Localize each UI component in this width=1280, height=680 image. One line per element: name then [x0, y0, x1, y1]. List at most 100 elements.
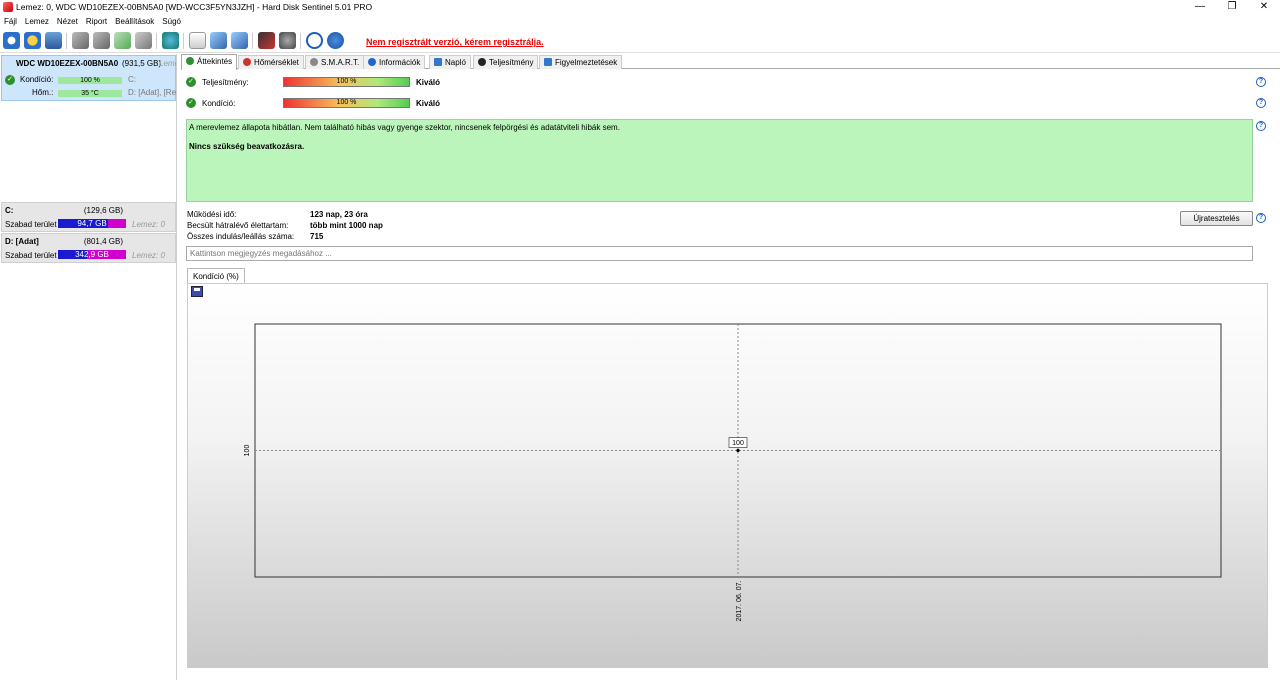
toolbar: Nem regisztrált verzió, kérem regisztrál… — [0, 29, 1280, 53]
smart-icon — [310, 58, 318, 66]
menu-settings[interactable]: Beállítások — [111, 15, 158, 26]
tab-smart[interactable]: S.M.A.R.T. — [305, 55, 365, 69]
retest-button[interactable]: Újratesztelés — [1180, 211, 1253, 226]
toolbar-separator — [252, 33, 253, 49]
thermometer-icon — [243, 58, 251, 66]
condition-rating: Kiváló — [416, 99, 441, 108]
short-test-icon[interactable] — [114, 32, 131, 49]
report-icon[interactable] — [189, 32, 206, 49]
email-icon[interactable] — [45, 32, 62, 49]
uptime-value: 123 nap, 23 óra — [310, 210, 368, 219]
check-icon: ✓ — [5, 75, 15, 85]
minimize-button[interactable]: — — [1184, 0, 1216, 15]
register-link[interactable]: Nem regisztrált verzió, kérem regisztrál… — [366, 37, 544, 47]
menu-report[interactable]: Riport — [82, 15, 111, 26]
performance-rating: Kiváló — [416, 78, 441, 87]
menu-bar: Fájl Lemez Nézet Riport Beállítások Súgó — [0, 15, 1280, 28]
alerts-icon — [544, 58, 552, 66]
tab-alerts[interactable]: Figyelmeztetések — [539, 55, 623, 69]
gear-icon[interactable] — [279, 32, 296, 49]
performance-icon — [478, 58, 486, 66]
free-space-bar: 342,9 GB — [58, 250, 126, 259]
temp-minibar: 35 °C — [58, 90, 122, 97]
toolbar-separator — [300, 33, 301, 49]
free-space-bar: 94,7 GB — [58, 219, 126, 228]
check-icon — [186, 57, 194, 65]
help-icon[interactable]: ? — [1256, 121, 1266, 131]
menu-help[interactable]: Súgó — [158, 15, 185, 26]
tab-overview[interactable]: Áttekintés — [181, 54, 238, 70]
tab-strip: Áttekintés Hőmérséklet S.M.A.R.T. Inform… — [181, 54, 1280, 70]
copy-icon[interactable] — [210, 32, 227, 49]
uptime-label: Működési idő: — [187, 210, 237, 219]
menu-file[interactable]: Fájl — [0, 15, 21, 26]
note-input[interactable] — [186, 246, 1253, 261]
free-space-label: Szabad terület — [5, 251, 57, 260]
temp-label: Hőm.: — [32, 88, 54, 97]
volume-disk-label: Lemez: 0 — [132, 251, 165, 260]
refresh-icon[interactable] — [3, 32, 20, 49]
sidebar: WDC WD10EZEX-00BN5A0 (931,5 GB) Lemez ✓ … — [0, 54, 177, 680]
close-button[interactable]: ✕ — [1248, 0, 1280, 15]
start-stop-label: Összes indulás/leállás száma: — [187, 232, 295, 241]
data-label: 100 — [732, 440, 744, 447]
volume-name: C: — [5, 206, 14, 215]
performance-label: Teljesítmény: — [202, 78, 249, 87]
help-icon[interactable]: ? — [1256, 98, 1266, 108]
condition-label: Kondíció: — [202, 99, 236, 108]
toolbar-separator — [156, 33, 157, 49]
check-icon: ✓ — [186, 77, 196, 87]
send-icon[interactable] — [231, 32, 248, 49]
help-icon[interactable] — [306, 32, 323, 49]
volume-c[interactable]: C: (129,6 GB) Szabad terület 94,7 GB Lem… — [1, 202, 176, 232]
tab-performance[interactable]: Teljesítmény — [473, 55, 539, 69]
help-icon[interactable]: ? — [1256, 213, 1266, 223]
condition-bar: 100 % — [283, 98, 410, 108]
disk-card[interactable]: WDC WD10EZEX-00BN5A0 (931,5 GB) Lemez ✓ … — [1, 55, 176, 101]
window-title: Lemez: 0, WDC WD10EZEX-00BN5A0 [WD-WCC3F… — [16, 2, 373, 12]
status-message: A merevlemez állapota hibátlan. Nem talá… — [189, 123, 620, 132]
toolbar-separator — [183, 33, 184, 49]
menu-view[interactable]: Nézet — [53, 15, 82, 26]
menu-disk[interactable]: Lemez — [21, 15, 53, 26]
log-icon — [434, 58, 442, 66]
condition-minibar: 100 % — [58, 77, 122, 84]
x-tick-label: 2017. 06. 07. — [736, 581, 743, 622]
volume-name: D: [Adat] — [5, 237, 39, 246]
check-icon: ✓ — [186, 98, 196, 108]
chart-tab-condition[interactable]: Kondíció (%) — [187, 268, 245, 283]
volume-d[interactable]: D: [Adat] (801,4 GB) Szabad terület 342,… — [1, 233, 176, 263]
restore-button[interactable]: ❐ — [1216, 0, 1248, 15]
tab-information[interactable]: Információk — [363, 55, 426, 69]
volume-size: (801,4 GB) — [83, 237, 123, 246]
remaining-life-value: több mint 1000 nap — [310, 221, 383, 230]
disk-size: (931,5 GB) — [122, 59, 162, 68]
condition-chart: 100 100 2017. 06. 07. — [244, 323, 1222, 622]
disk-name: WDC WD10EZEX-00BN5A0 — [16, 59, 119, 68]
free-space-label: Szabad terület — [5, 220, 57, 229]
globe-icon[interactable] — [162, 32, 179, 49]
condition-label: Kondíció: — [20, 75, 54, 84]
tab-log[interactable]: Napló — [429, 55, 471, 69]
toolbar-separator — [66, 33, 67, 49]
test-icon[interactable] — [72, 32, 89, 49]
volume-disk-label: Lemez: 0 — [132, 220, 165, 229]
help-icon[interactable]: ? — [1256, 77, 1266, 87]
app-icon — [3, 2, 13, 12]
remaining-life-label: Becsült hátralévő élettartam: — [187, 221, 289, 230]
info-icon — [368, 58, 376, 66]
performance-bar: 100 % — [283, 77, 410, 87]
extended-test-icon[interactable] — [135, 32, 152, 49]
monitor-icon[interactable] — [258, 32, 275, 49]
about-icon[interactable] — [327, 32, 344, 49]
drives-line1: C: — [128, 75, 136, 84]
start-stop-value: 715 — [310, 232, 324, 241]
data-point — [736, 448, 740, 453]
disk-info-icon[interactable] — [24, 32, 41, 49]
y-tick-label: 100 — [244, 445, 251, 457]
status-message-box: A merevlemez állapota hibátlan. Nem talá… — [186, 119, 1253, 202]
surface-test-icon[interactable] — [93, 32, 110, 49]
disk-extra: Lemez — [159, 59, 176, 68]
tab-temperature[interactable]: Hőmérséklet — [238, 55, 304, 69]
status-recommendation: Nincs szükség beavatkozásra. — [189, 142, 305, 151]
